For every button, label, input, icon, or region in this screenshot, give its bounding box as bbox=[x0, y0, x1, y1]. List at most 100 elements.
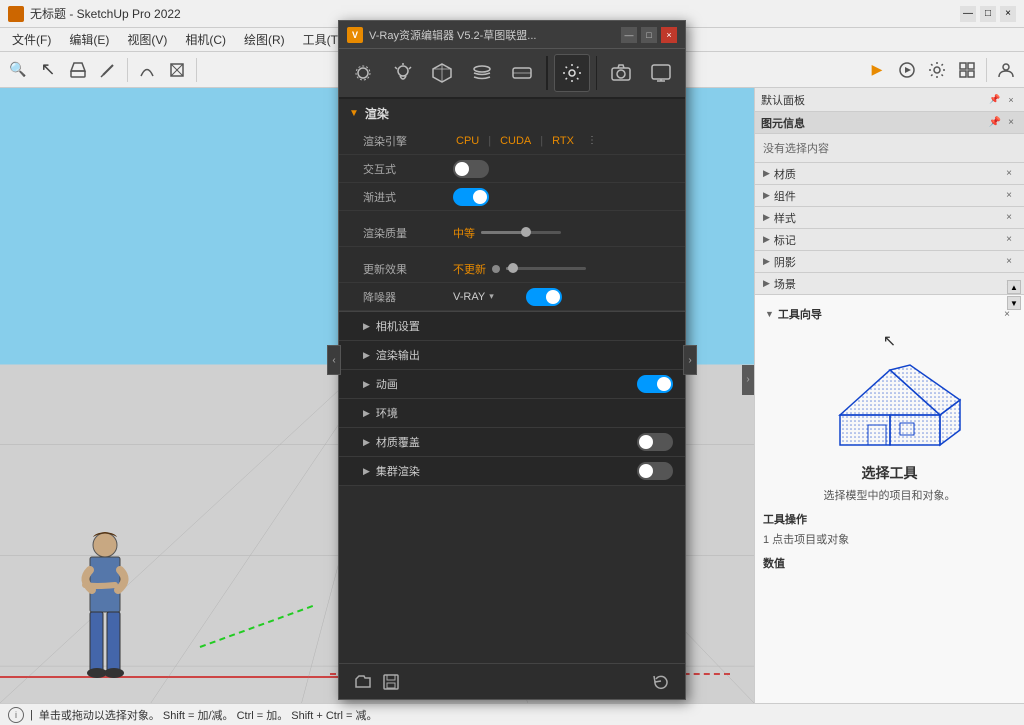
entity-info-pin[interactable]: 📌 bbox=[988, 116, 1002, 130]
vray-content: ▼ 渲染 渲染引擎 CPU | CUDA | RTX ⋮ 交互式 bbox=[339, 99, 685, 663]
cluster-render-toggle[interactable] bbox=[637, 462, 673, 480]
menu-view[interactable]: 视图(V) bbox=[119, 29, 175, 50]
arc-button[interactable] bbox=[133, 56, 161, 84]
zoom-button[interactable]: 🔍 bbox=[4, 56, 32, 84]
cuda-btn[interactable]: CUDA bbox=[497, 134, 534, 148]
animation-toggle[interactable] bbox=[637, 375, 673, 393]
vray-tb-light[interactable] bbox=[385, 54, 421, 92]
close-button[interactable]: × bbox=[1000, 6, 1016, 22]
styles-label: ▶ 样式 bbox=[763, 210, 796, 226]
materials-arrow: ▶ bbox=[763, 168, 770, 179]
tags-arrow: ▶ bbox=[763, 234, 770, 245]
progressive-toggle[interactable] bbox=[453, 188, 489, 206]
animation-header[interactable]: ▶ 动画 bbox=[339, 370, 685, 398]
rtx-btn[interactable]: RTX bbox=[549, 134, 577, 148]
operations-title: 工具操作 bbox=[763, 511, 1016, 527]
vray-tb-render[interactable] bbox=[345, 54, 381, 92]
materials-panel[interactable]: ▶ 材质 × bbox=[755, 163, 1024, 185]
vray-render-btn[interactable]: ▶ bbox=[863, 56, 891, 84]
render-section-title: 渲染 bbox=[365, 105, 389, 122]
cluster-render-header[interactable]: ▶ 集群渲染 bbox=[339, 457, 685, 485]
vray-assets-btn[interactable] bbox=[953, 56, 981, 84]
vray-settings-btn[interactable] bbox=[923, 56, 951, 84]
right-arrow-indicator[interactable]: › bbox=[742, 365, 754, 395]
menu-draw[interactable]: 绘图(R) bbox=[236, 29, 293, 50]
quality-slider-track[interactable] bbox=[481, 231, 561, 234]
select-button[interactable]: ↖ bbox=[34, 56, 62, 84]
animation-arrow: ▶ bbox=[363, 379, 370, 390]
vray-interactive-btn[interactable] bbox=[893, 56, 921, 84]
styles-panel[interactable]: ▶ 样式 × bbox=[755, 207, 1024, 229]
title-bar-controls: — □ × bbox=[960, 6, 1016, 22]
environment-label: 环境 bbox=[376, 405, 398, 421]
vray-tb-output[interactable] bbox=[643, 54, 679, 92]
interactive-toggle[interactable] bbox=[453, 160, 489, 178]
materials-label: ▶ 材质 bbox=[763, 166, 796, 182]
scenes-panel[interactable]: ▶ 场景 × bbox=[755, 273, 1024, 295]
panel-close[interactable]: × bbox=[1004, 93, 1018, 107]
camera-settings-header[interactable]: ▶ 相机设置 bbox=[339, 312, 685, 340]
shadows-close[interactable]: × bbox=[1002, 255, 1016, 269]
components-panel[interactable]: ▶ 组件 × bbox=[755, 185, 1024, 207]
title-bar-left: 无标题 - SketchUp Pro 2022 bbox=[8, 5, 181, 22]
styles-close[interactable]: × bbox=[1002, 211, 1016, 225]
styles-arrow: ▶ bbox=[763, 212, 770, 223]
vray-tb-settings[interactable] bbox=[554, 54, 590, 92]
entity-info-controls: 📌 × bbox=[988, 116, 1018, 130]
pin-button[interactable]: 📌 bbox=[988, 93, 1002, 107]
menu-file[interactable]: 文件(F) bbox=[4, 29, 59, 50]
update-value: 不更新 bbox=[453, 261, 673, 277]
cpu-btn[interactable]: CPU bbox=[453, 134, 482, 148]
panel-pins: 📌 × bbox=[988, 93, 1018, 107]
material-override-toggle[interactable] bbox=[637, 433, 673, 451]
denoiser-toggle[interactable] bbox=[526, 288, 562, 306]
entity-info-panel: 图元信息 📌 × 没有选择内容 bbox=[755, 112, 1024, 163]
material-override-header[interactable]: ▶ 材质覆盖 bbox=[339, 428, 685, 456]
environment-header[interactable]: ▶ 环境 bbox=[339, 399, 685, 427]
vray-nav-right[interactable]: › bbox=[683, 345, 697, 375]
vray-tb-environment[interactable] bbox=[504, 54, 540, 92]
vray-reset-btn[interactable] bbox=[647, 668, 675, 696]
toolbar-separator-1 bbox=[127, 58, 128, 82]
vray-close[interactable]: × bbox=[661, 27, 677, 43]
shape-button[interactable] bbox=[163, 56, 191, 84]
eraser-button[interactable] bbox=[64, 56, 92, 84]
progressive-row: 渐进式 bbox=[339, 183, 685, 211]
vray-save-btn[interactable] bbox=[377, 668, 405, 696]
tool-guide-header: ▼ 工具向导 × bbox=[763, 303, 1016, 325]
user-btn[interactable] bbox=[992, 56, 1020, 84]
scroll-up[interactable]: ▲ bbox=[1007, 280, 1021, 294]
materials-close[interactable]: × bbox=[1002, 167, 1016, 181]
tags-close[interactable]: × bbox=[1002, 233, 1016, 247]
status-info-icon[interactable]: i bbox=[8, 707, 24, 723]
vray-open-btn[interactable] bbox=[349, 668, 377, 696]
vray-tb-layers[interactable] bbox=[464, 54, 500, 92]
vray-tb-camera[interactable] bbox=[603, 54, 639, 92]
vray-nav-left[interactable]: ‹ bbox=[327, 345, 341, 375]
render-output-header[interactable]: ▶ 渲染输出 bbox=[339, 341, 685, 369]
progressive-value bbox=[453, 188, 673, 206]
update-dot bbox=[492, 265, 500, 273]
scroll-down[interactable]: ▼ bbox=[1007, 296, 1021, 310]
pencil-button[interactable] bbox=[94, 56, 122, 84]
update-slider-track[interactable] bbox=[506, 267, 586, 270]
render-section-header[interactable]: ▼ 渲染 bbox=[339, 99, 685, 127]
vray-tb-material[interactable] bbox=[425, 54, 461, 92]
minimize-button[interactable]: — bbox=[960, 6, 976, 22]
animation-knob bbox=[657, 377, 671, 391]
render-output-label: 渲染输出 bbox=[376, 347, 420, 363]
denoiser-dropdown[interactable]: V-RAY ▾ bbox=[453, 291, 494, 303]
shadows-panel[interactable]: ▶ 阴影 × bbox=[755, 251, 1024, 273]
menu-edit[interactable]: 编辑(E) bbox=[61, 29, 117, 50]
entity-info-close[interactable]: × bbox=[1004, 116, 1018, 130]
maximize-button[interactable]: □ bbox=[980, 6, 996, 22]
vray-minimize[interactable]: — bbox=[621, 27, 637, 43]
menu-camera[interactable]: 相机(C) bbox=[177, 29, 234, 50]
tags-panel[interactable]: ▶ 标记 × bbox=[755, 229, 1024, 251]
quality-text: 中等 bbox=[453, 225, 475, 241]
render-output-arrow: ▶ bbox=[363, 350, 370, 361]
vray-main-tb-sep1 bbox=[546, 56, 548, 90]
components-close[interactable]: × bbox=[1002, 189, 1016, 203]
denoiser-text: V-RAY bbox=[453, 291, 485, 303]
vray-maximize[interactable]: □ bbox=[641, 27, 657, 43]
